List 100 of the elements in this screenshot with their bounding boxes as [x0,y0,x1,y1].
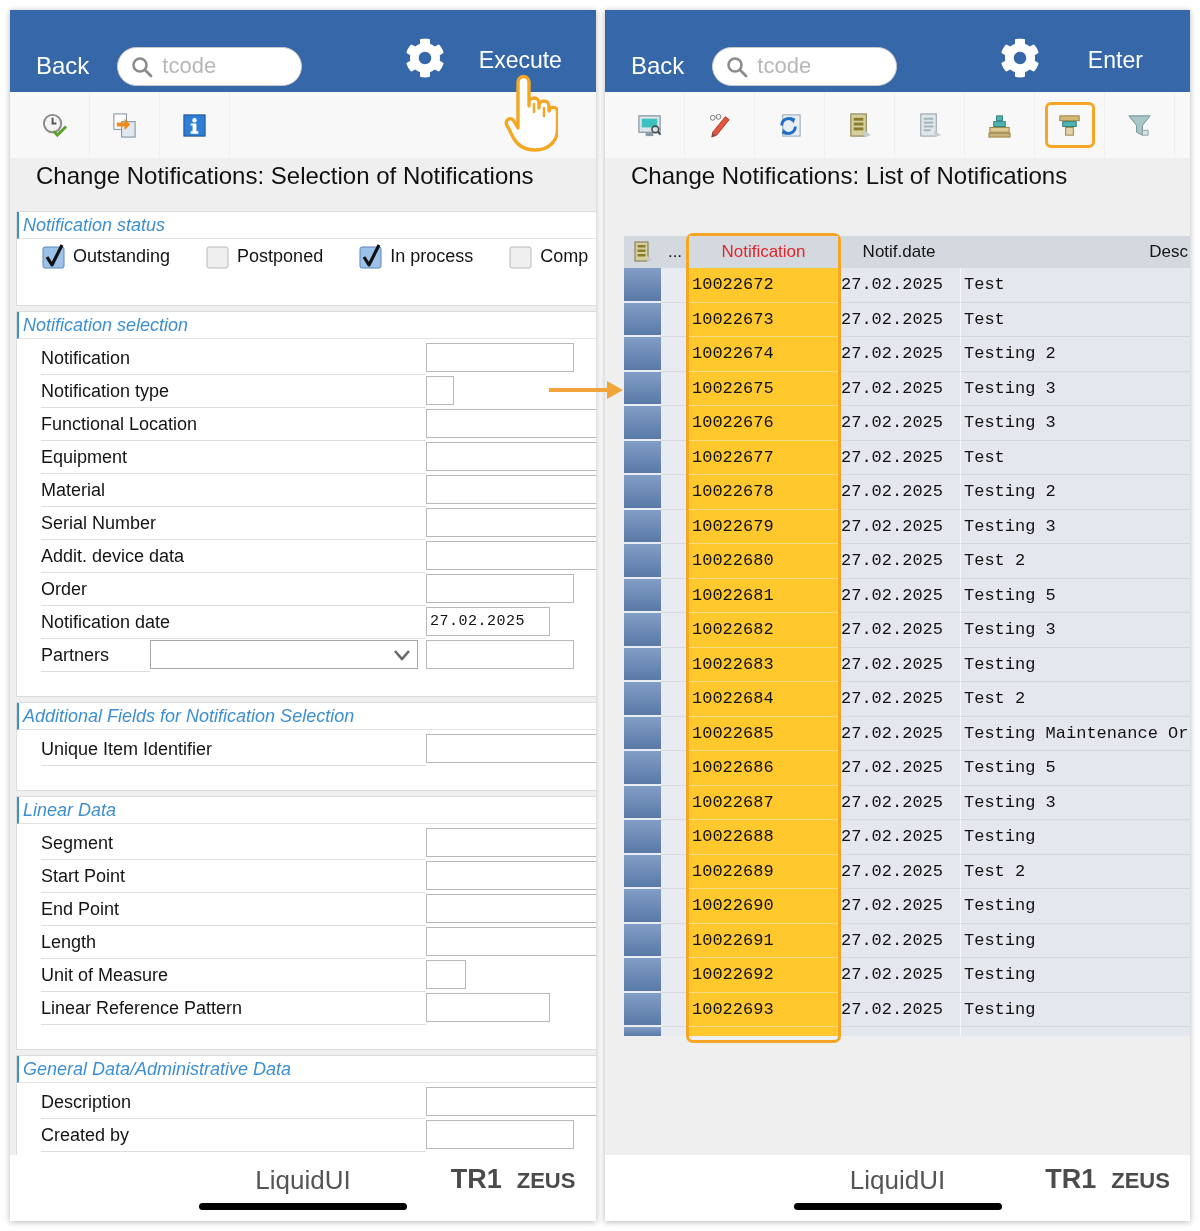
table-cell: Testing 3 [960,406,1190,441]
input-field[interactable]: 27.02.2025 [426,607,550,636]
action-button[interactable]: Execute [478,46,562,74]
table-cell: Testing [960,958,1190,993]
field-label: Partners [41,644,110,666]
table-cell: Testing [960,820,1190,855]
settings-icon[interactable] [405,38,446,78]
input-field[interactable] [426,640,574,669]
clock-check-icon [41,111,68,139]
row-selector[interactable] [624,682,661,717]
input-field[interactable] [426,894,596,923]
input-field[interactable] [426,993,550,1022]
table-cell: 27.02.2025 [838,268,960,303]
table-cell: 27.02.2025 [838,992,960,1027]
checkbox-label[interactable]: In process [390,245,474,267]
checkbox[interactable] [206,243,230,269]
input-field[interactable] [426,734,596,763]
input-field[interactable] [426,927,596,956]
table-cell: Test [960,440,1190,475]
table-cell: 27.02.2025 [838,613,960,648]
search-icon [131,55,154,78]
row-selector[interactable] [624,647,661,682]
section-title: Linear Data [17,797,596,824]
input-field[interactable] [426,861,596,890]
row-selector[interactable] [624,578,661,613]
back-button[interactable]: Back [631,52,685,80]
checkbox-label[interactable]: Postponed [237,245,324,267]
input-field[interactable] [426,475,596,504]
checkbox[interactable] [359,243,383,269]
row-selector[interactable] [624,785,661,820]
screen-title: Change Notifications: List of Notifications [631,162,1068,189]
checkbox-label[interactable]: Comp [540,245,589,267]
checkbox[interactable] [42,243,65,269]
back-button[interactable]: Back [36,52,90,80]
dropdown[interactable] [150,640,418,669]
search-field[interactable]: tcode [712,46,898,86]
row-selector[interactable] [624,302,661,337]
table-cell: 10022683 [689,647,838,682]
table-cell [661,406,689,441]
checkbox-label[interactable]: Outstanding [73,245,171,267]
settings-icon[interactable] [1000,38,1041,78]
input-field[interactable] [426,960,466,989]
row-selector[interactable] [624,268,661,303]
input-field[interactable] [426,343,574,372]
input-field[interactable] [426,508,596,537]
row-selector[interactable] [624,854,661,889]
row-selector[interactable] [624,958,661,993]
input-field[interactable] [426,574,574,603]
server-label: ZEUS [1111,1168,1170,1194]
brand-label: LiquidUI [849,1164,946,1195]
input-field[interactable] [426,1120,574,1149]
row-selector[interactable] [624,440,661,475]
table-cell: Testing 2 [960,337,1190,372]
table-cell: 27.02.2025 [838,337,960,372]
table-cell: 27.02.2025 [838,544,960,579]
system-label: TR1 [450,1164,502,1195]
field-label: Functional Location [41,413,198,435]
table-cell [661,268,689,303]
table-cell: 27.02.2025 [838,371,960,406]
row-selector[interactable] [624,992,661,1027]
action-button[interactable]: Enter [1087,46,1143,74]
table-cell: 27.02.2025 [838,785,960,820]
table-cell: 10022680 [689,544,838,579]
row-selector[interactable] [624,923,661,958]
row-selector[interactable] [624,475,661,510]
row-selector[interactable] [624,716,661,751]
row-selector[interactable] [624,544,661,579]
column-header[interactable]: Notif.date [838,236,960,268]
input-field[interactable] [426,541,596,570]
input-field[interactable] [426,1087,596,1116]
input-field[interactable] [426,442,596,471]
row-selector[interactable] [624,371,661,406]
table-cell: 27.02.2025 [838,578,960,613]
table-cell [661,544,689,579]
row-selector[interactable] [624,751,661,786]
list-document-icon[interactable] [632,241,653,263]
table-cell: Testing [960,992,1190,1027]
toolbar-button[interactable] [1044,102,1095,148]
search-field[interactable]: tcode [117,46,303,86]
checkbox[interactable] [509,243,533,269]
table-cell: 27.02.2025 [838,440,960,475]
table-cell: 10022688 [689,820,838,855]
row-selector[interactable] [624,613,661,648]
row-selector[interactable] [624,406,661,441]
table-cell: Testing 3 [960,613,1190,648]
table-cell: 10022676 [689,406,838,441]
table-cell: Testing 3 [960,785,1190,820]
table-cell: 10022686 [689,751,838,786]
input-field[interactable] [426,376,454,405]
field-label: Created by [41,1124,130,1146]
column-header[interactable]: Desc [960,236,1190,268]
row-selector[interactable] [624,889,661,924]
table-cell: 10022679 [689,509,838,544]
input-field[interactable] [426,409,596,438]
input-field[interactable] [426,828,596,857]
row-selector[interactable] [624,509,661,544]
column-menu[interactable]: ... [661,236,689,268]
table-cell: 10022689 [689,854,838,889]
row-selector[interactable] [624,820,661,855]
row-selector[interactable] [624,337,661,372]
